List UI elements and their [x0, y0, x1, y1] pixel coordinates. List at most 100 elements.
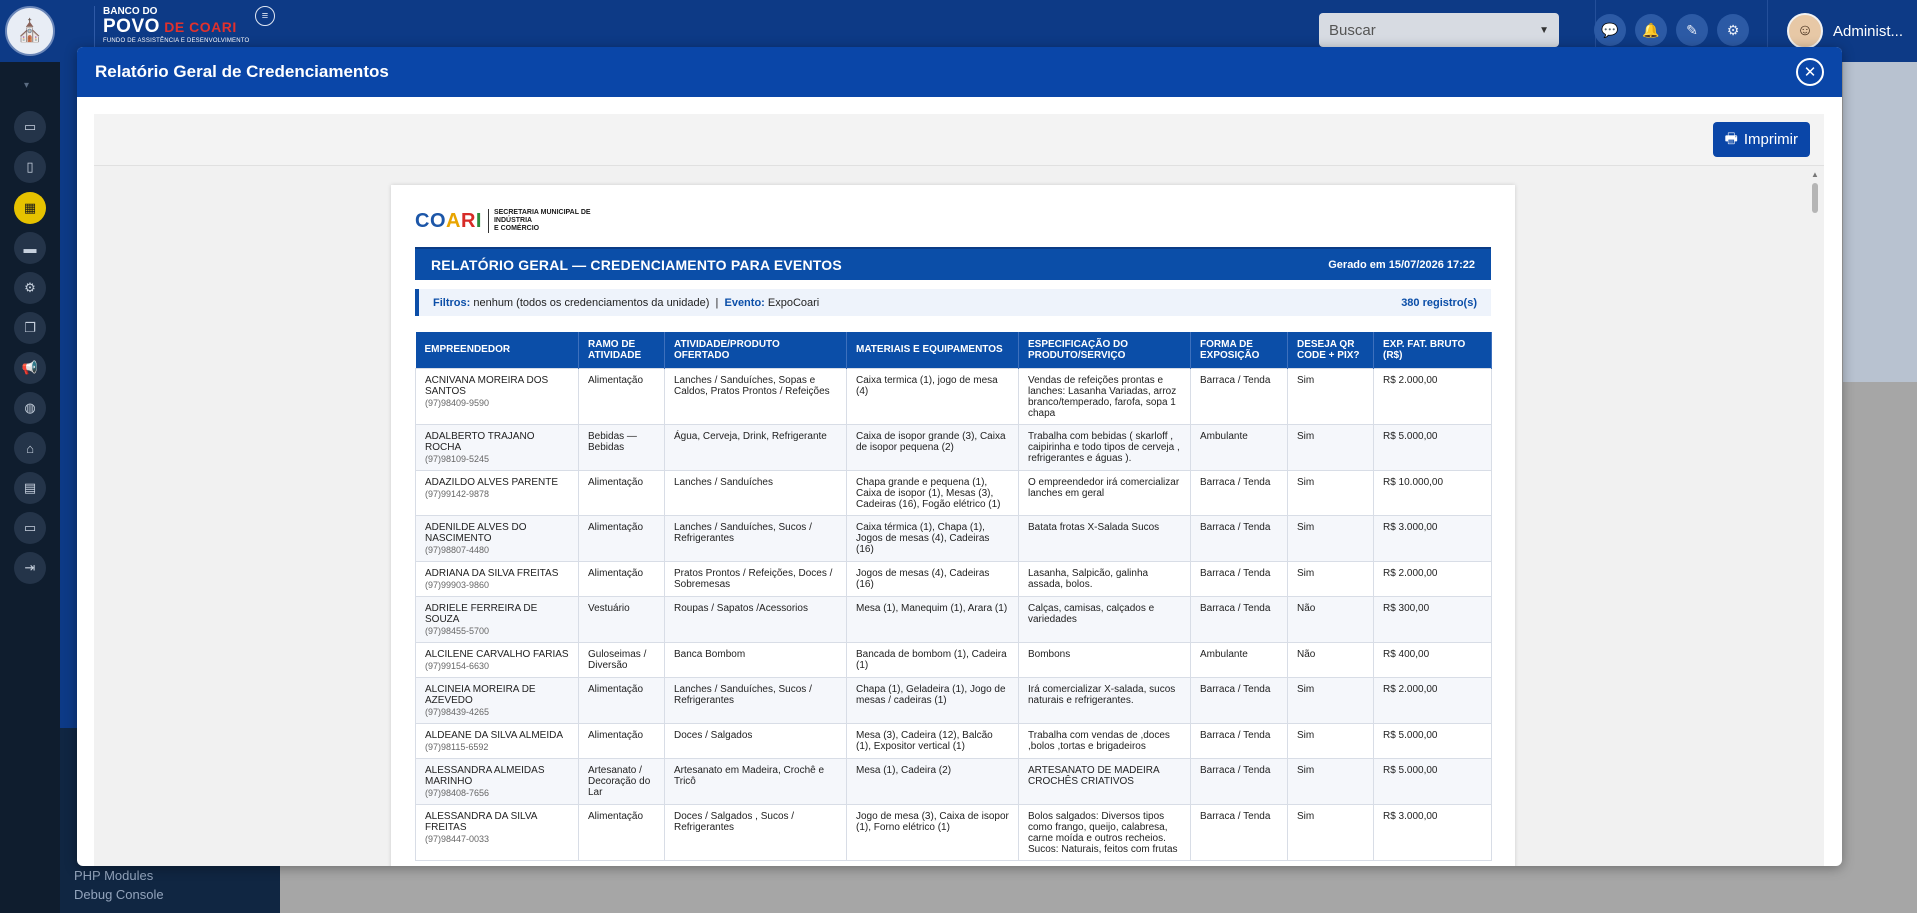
cell-empreendedor: ACNIVANA MOREIRA DOS SANTOS (97)98409-959…: [415, 367, 579, 425]
table-row: ADAZILDO ALVES PARENTE (97)99142-9878 Alim…: [415, 469, 1492, 516]
cell-ramo: Alimentação: [578, 676, 665, 724]
cell-forma: Barraca / Tenda: [1190, 722, 1288, 759]
table-row: ALCINEIA MOREIRA DE AZEVEDO (97)98439-426…: [415, 676, 1492, 724]
avatar[interactable]: ☺: [1787, 13, 1823, 49]
close-icon[interactable]: ✕: [1796, 58, 1824, 86]
secretaria-logo: SECRETARIA MUNICIPAL DE INDÚSTRIA E COMÉ…: [487, 209, 591, 233]
cell-qr: Sim: [1287, 757, 1374, 805]
print-button[interactable]: 🖶 Imprimir: [1712, 122, 1810, 157]
cell-forma: Barraca / Tenda: [1190, 803, 1288, 861]
table-row: ALDEANE DA SILVA ALMEIDA (97)98115-6592 Al…: [415, 722, 1492, 759]
table-row: ADRIELE FERREIRA DE SOUZA (97)98455-5700 V…: [415, 595, 1492, 643]
report-title-bar: RELATÓRIO GERAL — CREDENCIAMENTO PARA EV…: [415, 247, 1491, 280]
cell-ramo: Alimentação: [578, 514, 665, 562]
cell-espec: Lasanha, Salpicão, galinha assada, bolos…: [1018, 560, 1191, 597]
entrepreneur-phone: (97)99903-9860: [425, 579, 490, 590]
debug-console-link[interactable]: Debug Console: [74, 887, 164, 902]
monitor-icon[interactable]: ▭: [14, 512, 46, 544]
cell-fat: R$ 300,00: [1373, 595, 1492, 643]
cell-ramo: Alimentação: [578, 367, 665, 425]
cell-fat: R$ 5.000,00: [1373, 423, 1492, 471]
app-logo[interactable]: ⛪: [5, 6, 55, 56]
cell-atividade: Doces / Salgados , Sucos / Refrigerantes: [664, 803, 847, 861]
chevron-down-icon[interactable]: ▼: [1539, 25, 1549, 36]
php-modules-link[interactable]: PHP Modules: [74, 868, 153, 883]
user-menu[interactable]: ☺ Administ...: [1787, 13, 1903, 49]
entrepreneur-phone: (97)98408-7656: [425, 787, 490, 798]
entrepreneur-phone: (97)98439-4265: [425, 706, 490, 717]
home-icon[interactable]: ⌂: [14, 432, 46, 464]
cell-materiais: Caixa termica (1), jogo de mesa (4): [846, 367, 1019, 425]
doc-logo: COARI SECRETARIA MUNICIPAL DE INDÚSTRIA …: [415, 209, 591, 233]
entrepreneur-name: ADRIELE FERREIRA DE SOUZA: [425, 602, 538, 625]
cell-atividade: Lanches / Sanduíches, Sopas e Caldos, Pr…: [664, 367, 847, 425]
menu-toggle-icon[interactable]: ≡: [255, 6, 275, 26]
cell-qr: Sim: [1287, 514, 1374, 562]
cell-ramo: Alimentação: [578, 469, 665, 516]
cell-espec: Irá comercializar X-salada, sucos natura…: [1018, 676, 1191, 724]
cell-forma: Ambulante: [1190, 641, 1288, 678]
cell-empreendedor: ALESSANDRA DA SILVA FREITAS (97)98447-003…: [415, 803, 579, 861]
cell-fat: R$ 400,00: [1373, 641, 1492, 678]
report-viewer[interactable]: ▲ COARI SECRETARIA MUNICIPAL DE INDÚSTRI…: [94, 166, 1824, 866]
cell-qr: Sim: [1287, 722, 1374, 759]
cell-espec: ARTESANATO DE MADEIRA CROCHÊS CRIATIVOS: [1018, 757, 1191, 805]
column-header: Atividade/Produto Ofertado: [664, 332, 847, 368]
generated-at: Gerado em 15/07/2026 17:22: [1328, 258, 1475, 271]
money-icon[interactable]: ▬: [14, 232, 46, 264]
chat-icon[interactable]: 💬: [1594, 14, 1626, 46]
settings-icon[interactable]: ⚙: [14, 272, 46, 304]
paint-bucket-icon[interactable]: ✎: [1676, 14, 1708, 46]
filters-label: Filtros:: [433, 296, 471, 309]
entrepreneur-name: ALCILENE CARVALHO FARIAS: [425, 648, 569, 660]
search-box[interactable]: ▼: [1319, 13, 1559, 47]
filters-value: nenhum (todos os credenciamentos da unid…: [473, 296, 710, 309]
modal-title: Relatório Geral de Credenciamentos: [95, 62, 389, 81]
column-header: Materiais e Equipamentos: [846, 332, 1019, 368]
report-title: RELATÓRIO GERAL — CREDENCIAMENTO PARA EV…: [431, 256, 842, 273]
secretaria-line-3: E COMÉRCIO: [493, 225, 540, 232]
search-input[interactable]: [1329, 21, 1540, 39]
secretaria-line-2: INDÚSTRIA: [493, 217, 533, 224]
cell-materiais: Bancada de bombom (1), Cadeira (1): [846, 641, 1019, 678]
entrepreneur-name: ALCINEIA MOREIRA DE AZEVEDO: [425, 683, 536, 706]
user-name: Administ...: [1833, 22, 1904, 40]
scroll-thumb[interactable]: [1812, 183, 1818, 213]
cell-qr: Sim: [1287, 469, 1374, 516]
table-row: ALCILENE CARVALHO FARIAS (97)99154-6630 Gu…: [415, 641, 1492, 678]
clipboard-icon[interactable]: ▯: [14, 151, 46, 183]
logout-icon[interactable]: ⇥: [14, 552, 46, 584]
globe-icon[interactable]: ◍: [14, 392, 46, 424]
table-row: ADRIANA DA SILVA FREITAS (97)99903-9860 Al…: [415, 560, 1492, 597]
column-header: Exp. Fat. Bruto (R$): [1373, 332, 1492, 368]
calendar-icon[interactable]: ▦: [14, 192, 46, 224]
cell-forma: Barraca / Tenda: [1190, 676, 1288, 724]
copy-icon[interactable]: ❐: [14, 312, 46, 344]
background-content: [1843, 62, 1917, 382]
scroll-up-icon[interactable]: ▲: [1810, 170, 1820, 179]
icon-sidebar: ▾ ▭ ▯ ▦ ▬ ⚙ ❐ 📢 ◍ ⌂ ▤ ▭ ⇥: [0, 62, 60, 913]
cell-materiais: Chapa (1), Geladeira (1), Jogo de mesas …: [846, 676, 1019, 724]
cell-empreendedor: ALDEANE DA SILVA ALMEIDA (97)98115-6592: [415, 722, 579, 759]
column-header: Deseja QR Code + PIX?: [1287, 332, 1374, 368]
entrepreneur-name: ADENILDE ALVES DO NASCIMENTO: [425, 521, 527, 544]
file-icon[interactable]: ▤: [14, 472, 46, 504]
cell-forma: Barraca / Tenda: [1190, 514, 1288, 562]
scrollbar[interactable]: ▲: [1810, 170, 1820, 860]
cell-fat: R$ 2.000,00: [1373, 676, 1492, 724]
cell-atividade: Pratos Prontos / Refeições, Doces / Sobr…: [664, 560, 847, 597]
record-count: 380 registro(s): [1401, 296, 1477, 309]
cogs-icon[interactable]: ⚙: [1717, 14, 1749, 46]
cell-fat: R$ 10.000,00: [1373, 469, 1492, 516]
bell-icon[interactable]: 🔔: [1635, 14, 1667, 46]
cell-atividade: Artesanato em Madeira, Crochê e Tricô: [664, 757, 847, 805]
cell-forma: Barraca / Tenda: [1190, 469, 1288, 516]
id-card-icon[interactable]: ▭: [14, 111, 46, 143]
cell-atividade: Doces / Salgados: [664, 722, 847, 759]
cell-empreendedor: ADRIANA DA SILVA FREITAS (97)99903-9860: [415, 560, 579, 597]
megaphone-icon[interactable]: 📢: [14, 352, 46, 384]
cell-atividade: Banca Bombom: [664, 641, 847, 678]
cell-empreendedor: ADAZILDO ALVES PARENTE (97)99142-9878: [415, 469, 579, 516]
collapse-arrow-icon[interactable]: ▾: [24, 80, 29, 91]
entrepreneur-name: ADALBERTO TRAJANO ROCHA: [425, 430, 535, 453]
